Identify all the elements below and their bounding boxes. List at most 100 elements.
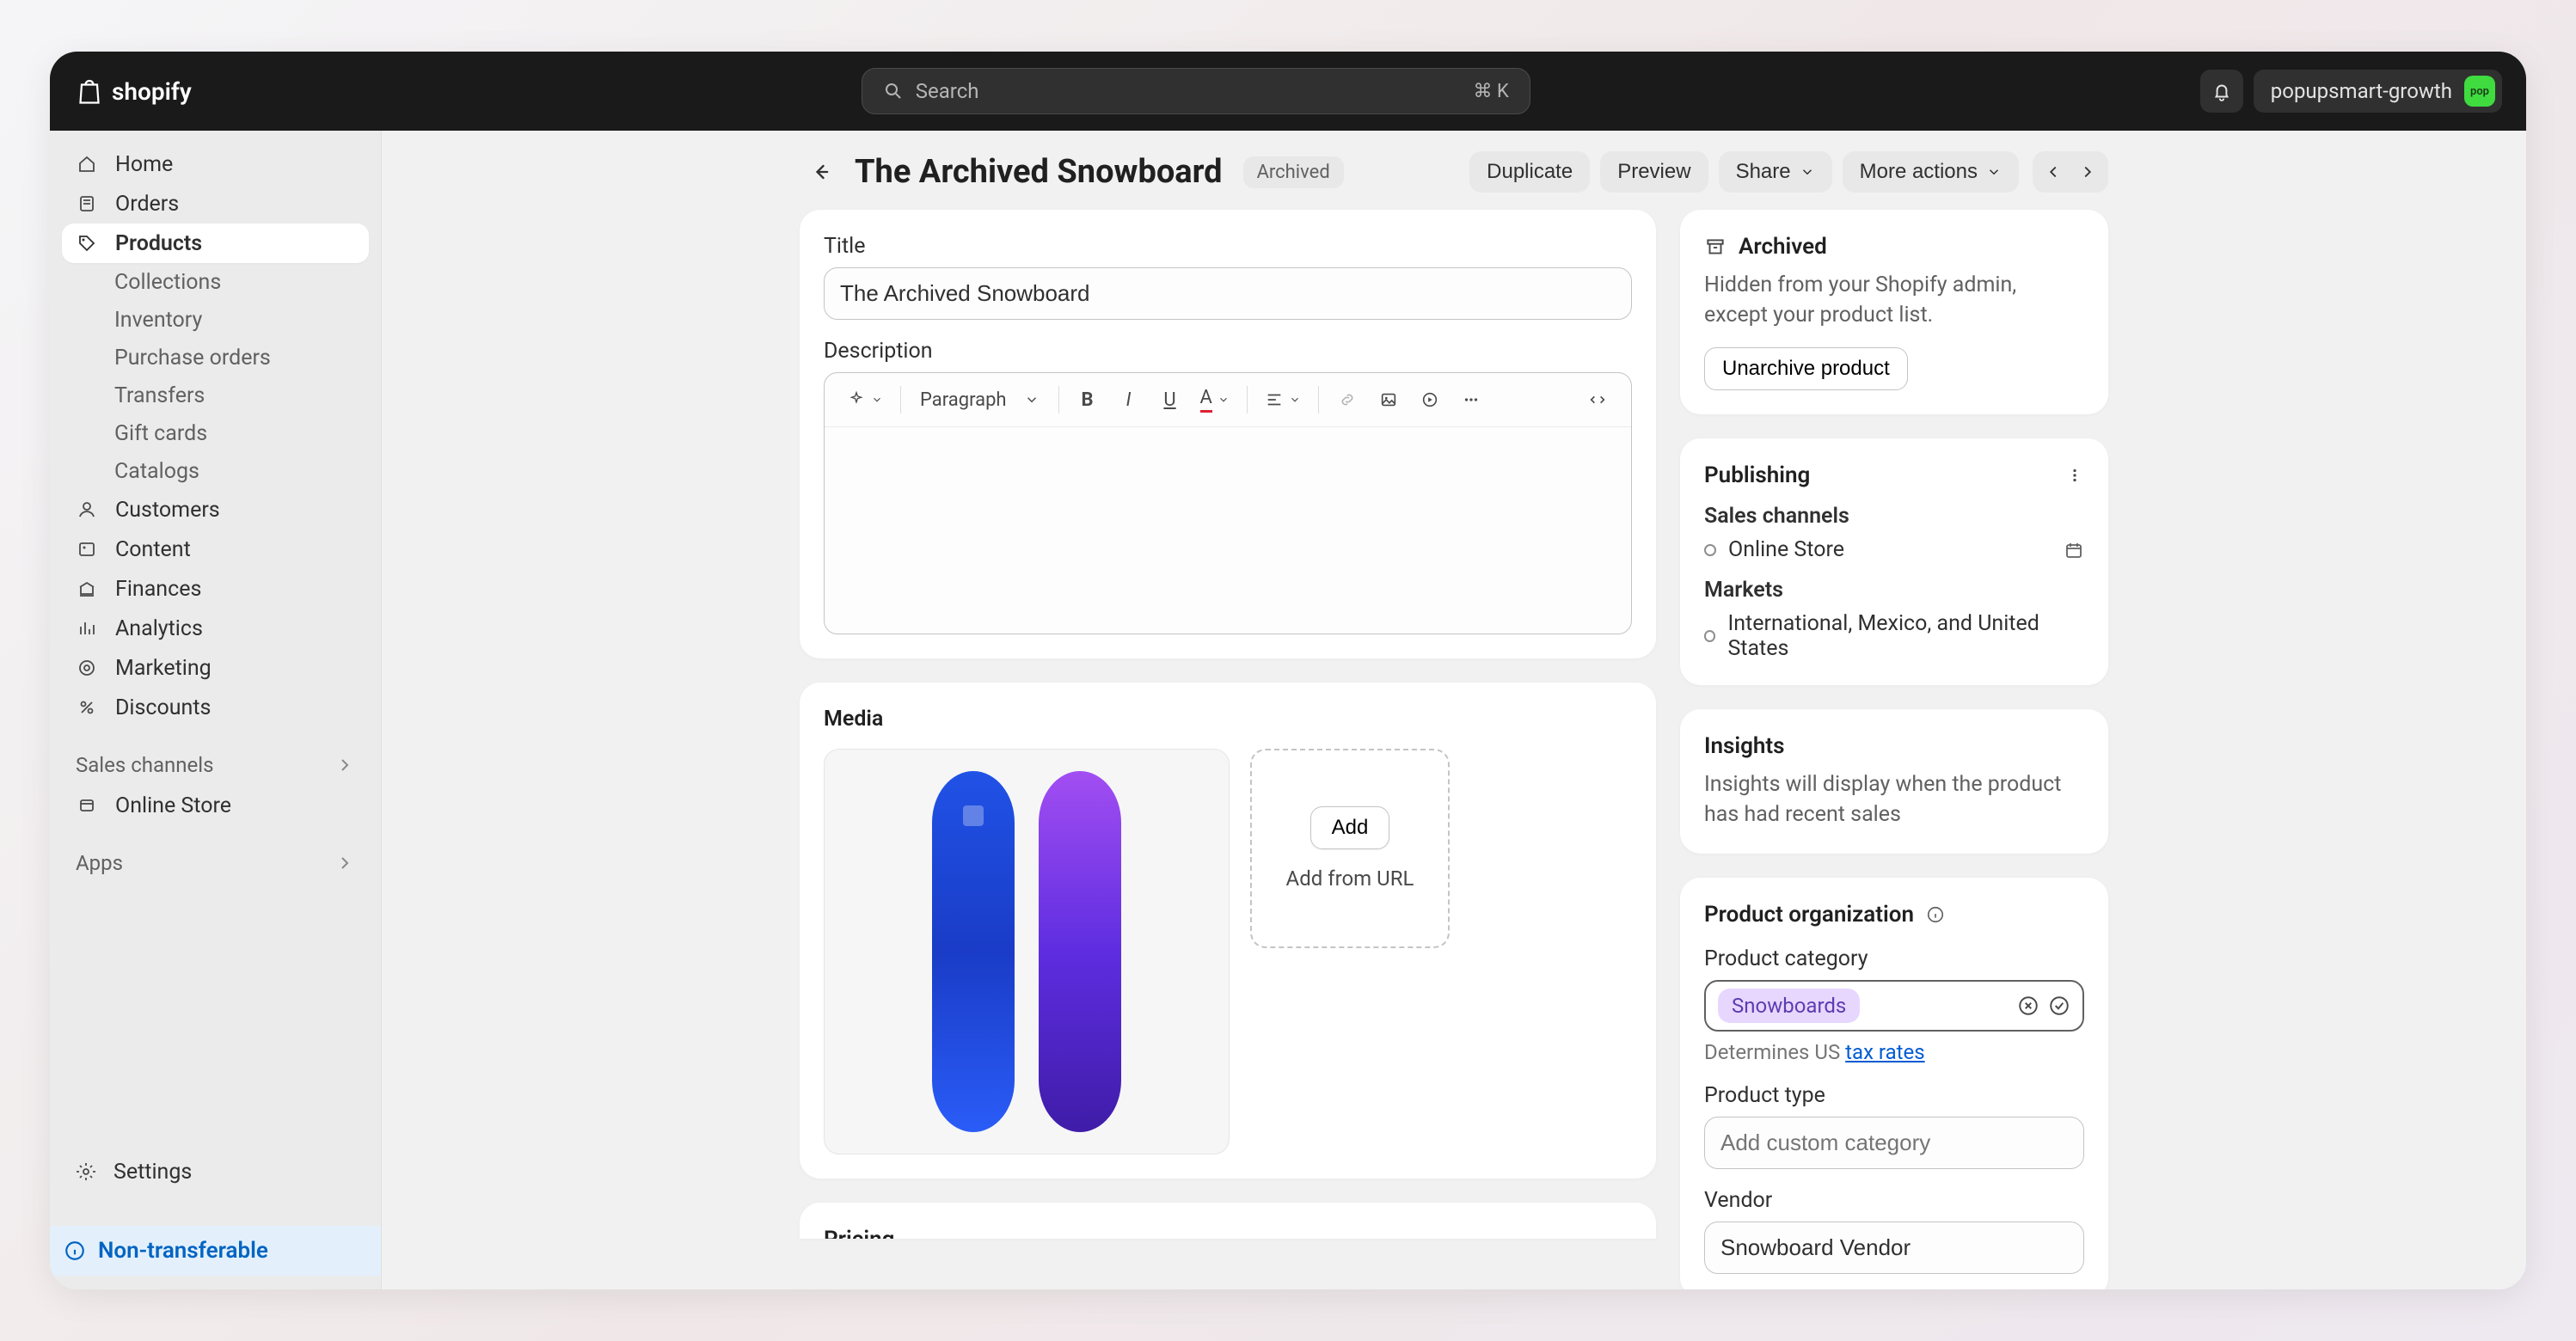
page-header: The Archived Snowboard Archived Duplicat… [800, 151, 2108, 193]
clear-icon[interactable] [2017, 995, 2039, 1017]
publishing-card: Publishing Sales channels Online Store [1680, 438, 2108, 685]
info-icon[interactable] [1926, 905, 1945, 924]
nav-settings[interactable]: Settings [62, 1152, 369, 1191]
nav-collections[interactable]: Collections [114, 263, 369, 301]
rte-italic[interactable]: I [1111, 382, 1147, 418]
share-button[interactable]: Share [1719, 151, 1832, 193]
type-input[interactable] [1704, 1117, 2084, 1169]
nav-content[interactable]: Content [62, 530, 369, 569]
check-icon[interactable] [2048, 995, 2070, 1017]
back-button[interactable] [800, 151, 841, 193]
rte-bold[interactable]: B [1070, 382, 1106, 418]
title-description-card: Title Description Paragraph [800, 210, 1656, 658]
rte-toolbar: Paragraph B I U A [825, 373, 1631, 427]
category-input[interactable]: Snowboards [1704, 980, 2084, 1032]
person-icon [76, 499, 98, 521]
sales-channels-header[interactable]: Sales channels [62, 744, 369, 786]
tag-icon [76, 232, 98, 254]
nav-analytics[interactable]: Analytics [62, 609, 369, 648]
rte-ai-button[interactable] [840, 382, 890, 418]
vendor-input[interactable] [1704, 1222, 2084, 1274]
calendar-icon[interactable] [2064, 540, 2084, 560]
nav-catalogs[interactable]: Catalogs [114, 452, 369, 490]
rte-more[interactable] [1453, 382, 1489, 418]
store-switcher[interactable]: popupsmart-growth pop [2254, 70, 2502, 113]
nav-transfers[interactable]: Transfers [114, 377, 369, 414]
nav-marketing[interactable]: Marketing [62, 648, 369, 688]
markets-value: International, Mexico, and United States [1727, 611, 2084, 661]
image-icon [76, 538, 98, 560]
search-shortcut: ⌘ K [1474, 81, 1509, 102]
nav-home[interactable]: Home [62, 144, 369, 184]
topbar: shopify Search ⌘ K popupsmart-growth pop [50, 52, 2526, 131]
shopify-logo[interactable]: shopify [74, 76, 192, 107]
add-media-button[interactable]: Add [1310, 806, 1390, 849]
nav-products[interactable]: Products [62, 224, 369, 263]
nav-discounts[interactable]: Discounts [62, 688, 369, 727]
chart-icon [76, 617, 98, 640]
preview-button[interactable]: Preview [1600, 151, 1708, 193]
sales-channels-label: Sales channels [1704, 504, 2084, 529]
align-icon [1265, 390, 1284, 409]
rte-content[interactable] [825, 427, 1631, 634]
rte-code-view[interactable] [1579, 382, 1616, 418]
shopify-bag-icon [74, 76, 105, 107]
brand-text: shopify [112, 77, 192, 106]
search-icon [883, 81, 904, 101]
notifications-button[interactable] [2200, 70, 2243, 113]
plan-badge[interactable]: Non-transferable [50, 1226, 381, 1276]
status-dot [1704, 630, 1715, 642]
chevron-down-icon [1986, 164, 2002, 180]
kebab-icon[interactable] [2065, 466, 2084, 485]
link-icon [1338, 390, 1357, 409]
nav-online-store[interactable]: Online Store [62, 786, 369, 825]
category-label: Product category [1704, 946, 2084, 971]
code-icon [1588, 390, 1607, 409]
archived-desc: Hidden from your Shopify admin, except y… [1704, 270, 2084, 330]
rte-link[interactable] [1329, 382, 1365, 418]
nav-purchase-orders[interactable]: Purchase orders [114, 339, 369, 377]
publishing-title: Publishing [1704, 462, 1810, 488]
archived-card: Archived Hidden from your Shopify admin,… [1680, 210, 2108, 414]
media-card: Media Add Add from [800, 683, 1656, 1179]
app-window: shopify Search ⌘ K popupsmart-growth pop… [50, 52, 2526, 1289]
nav-inventory[interactable]: Inventory [114, 301, 369, 339]
store-name: popupsmart-growth [2271, 79, 2452, 103]
media-dropzone[interactable]: Add Add from URL [1250, 749, 1450, 948]
media-thumbnail[interactable] [824, 749, 1230, 1154]
chevron-right-icon [334, 853, 355, 873]
category-helper: Determines US tax rates [1704, 1040, 2084, 1064]
bell-icon [2211, 80, 2233, 102]
nav-gift-cards[interactable]: Gift cards [114, 414, 369, 452]
rte-underline[interactable]: U [1152, 382, 1188, 418]
category-tag[interactable]: Snowboards [1718, 989, 1860, 1023]
insights-card: Insights Insights will display when the … [1680, 709, 2108, 854]
nav-finances[interactable]: Finances [62, 569, 369, 609]
archive-icon [1704, 236, 1727, 258]
status-badge: Archived [1243, 156, 1344, 188]
rte-align[interactable] [1258, 382, 1308, 418]
add-from-url-link[interactable]: Add from URL [1286, 866, 1414, 891]
markets-label: Markets [1704, 578, 2084, 603]
rte-image[interactable] [1371, 382, 1407, 418]
unarchive-button[interactable]: Unarchive product [1704, 347, 1908, 390]
chevron-down-icon [1217, 394, 1230, 406]
page-title: The Archived Snowboard [855, 153, 1223, 191]
store-icon [76, 794, 98, 817]
more-actions-button[interactable]: More actions [1843, 151, 2019, 193]
rte-color[interactable]: A [1193, 382, 1236, 418]
duplicate-button[interactable]: Duplicate [1469, 151, 1590, 193]
pricing-title: Pricing [824, 1227, 1632, 1239]
title-input[interactable] [824, 267, 1632, 320]
chevron-right-icon [334, 755, 355, 775]
avatar: pop [2464, 76, 2495, 107]
apps-header[interactable]: Apps [62, 842, 369, 884]
rte-paragraph-select[interactable]: Paragraph [911, 382, 1048, 418]
percent-icon [76, 696, 98, 719]
tax-rates-link[interactable]: tax rates [1845, 1040, 1924, 1064]
search-bar[interactable]: Search ⌘ K [862, 68, 1530, 114]
next-product-button[interactable] [2067, 151, 2108, 193]
nav-orders[interactable]: Orders [62, 184, 369, 224]
nav-customers[interactable]: Customers [62, 490, 369, 530]
rte-video[interactable] [1412, 382, 1448, 418]
